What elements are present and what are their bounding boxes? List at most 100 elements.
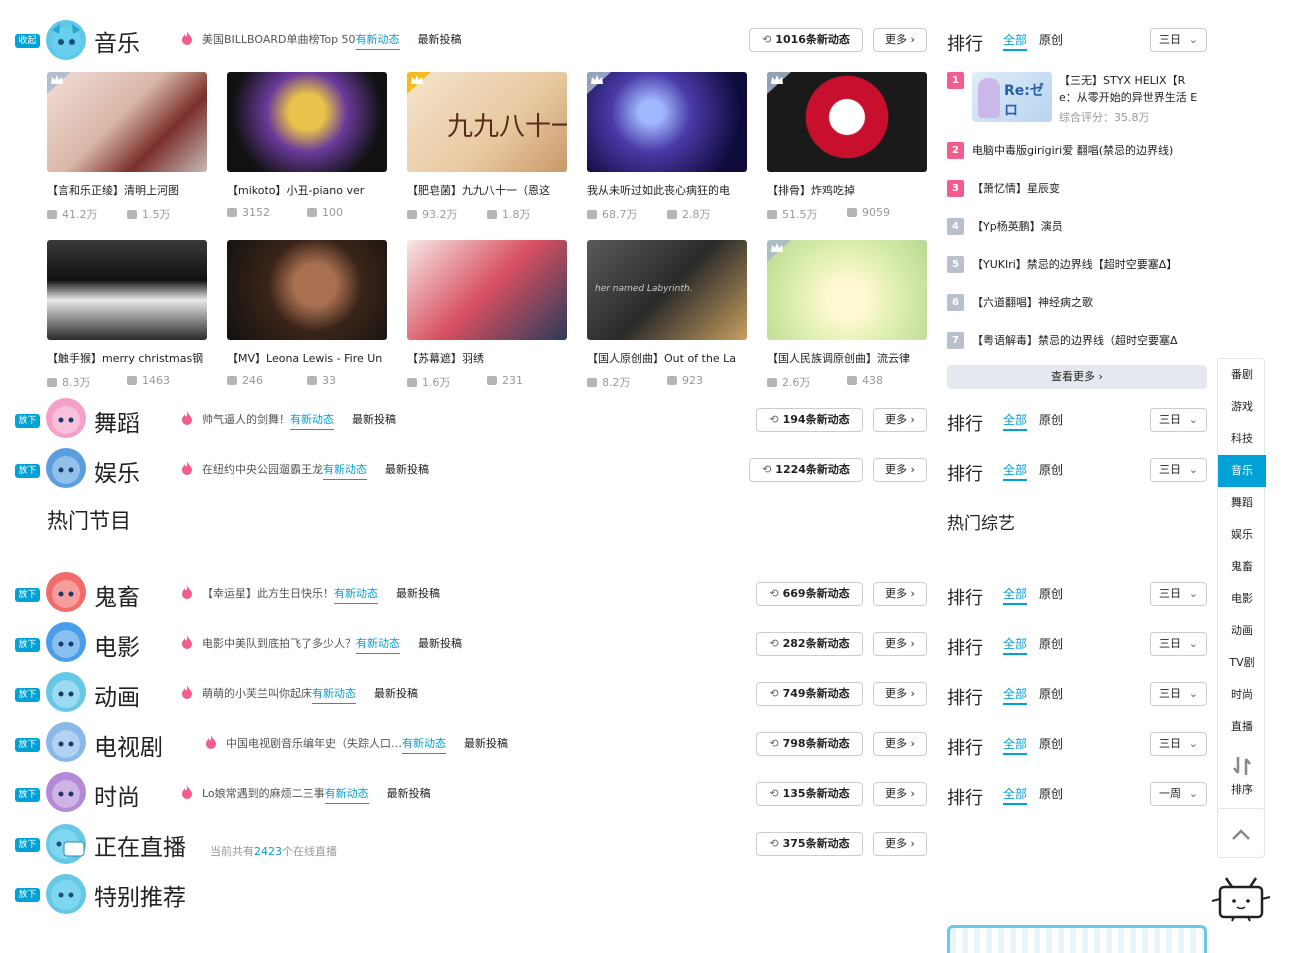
special-collapse-toggle[interactable]: 放下 [15,888,40,902]
dynamic-button[interactable]: ⟲ 282条新动态 [756,632,863,656]
video-title[interactable]: 【言和乐正绫】清明上河图 [47,182,207,198]
sidenav-item[interactable]: 科技 [1218,423,1266,455]
more-button[interactable]: 更多 › [873,682,927,706]
live-collapse-toggle[interactable]: 放下 [15,838,40,852]
dynamic-button[interactable]: ⟲ 669条新动态 [756,582,863,606]
sidenav-item[interactable]: 游戏 [1218,391,1266,423]
latest-tab[interactable]: 最新投稿 [374,687,418,700]
expand-toggle[interactable]: 放下 [15,688,40,702]
video-thumbnail[interactable] [767,240,927,340]
section-title[interactable]: 娱乐 [94,454,140,488]
video-title[interactable]: 我从未听过如此丧心病狂的电 [587,182,747,198]
live-dynamic-button[interactable]: ⟲ 375条新动态 [756,832,863,856]
dynamic-button[interactable]: ⟲ 1224条新动态 [749,458,863,482]
video-title[interactable]: 【国人民族调原创曲】流云律 [767,350,927,366]
video-thumbnail[interactable] [407,240,567,340]
rank-tab-all[interactable]: 全部 [1003,735,1028,755]
news-text[interactable]: 萌萌的小芙兰叫你起床 [202,687,312,700]
video-thumbnail[interactable] [227,72,387,172]
rank-period-select[interactable]: 三日 ⌄ [1150,732,1207,756]
video-title[interactable]: 【国人原创曲】Out of the La [587,350,747,366]
section-title[interactable]: 鬼畜 [94,578,140,612]
video-card[interactable]: 我从未听过如此丧心病狂的电 68.7万 2.8万 [587,72,747,222]
promo-banner[interactable] [947,925,1207,953]
video-card[interactable]: 【MV】Leona Lewis - Fire Un 246 33 [227,240,387,390]
rank-1-title-line2[interactable]: e：从零开始的异世界生活 E [1059,89,1197,105]
rank-item-5[interactable]: 5 【YUKIri】禁忌的边界线【超时空要塞Δ】 [947,256,1207,278]
rank-item-2[interactable]: 2 电脑中毒版girigiri爱 翻唱(禁忌的边界线) [947,142,1207,164]
section-title[interactable]: 电影 [94,628,140,662]
music-news[interactable]: 美国BILLBOARD单曲榜Top 50有新动态 最新投稿 [181,31,462,51]
rank-title[interactable]: 【Yp杨英鹏】演员 [972,218,1063,234]
video-thumbnail[interactable] [227,240,387,340]
rank-period-select[interactable]: 三日 ⌄ [1150,458,1207,482]
sidenav-item[interactable]: 音乐 [1218,455,1266,487]
more-button[interactable]: 更多 › [873,782,927,806]
section-news[interactable]: 电影中美队到底拍飞了多少人？有新动态 最新投稿 [181,635,462,655]
video-title[interactable]: 【MV】Leona Lewis - Fire Un [227,350,387,366]
section-title[interactable]: 电视剧 [94,728,163,762]
more-button[interactable]: 更多 › [873,582,927,606]
rank-tab-all[interactable]: 全部 [1003,411,1028,431]
latest-tab[interactable]: 最新投稿 [352,413,396,426]
section-title[interactable]: 舞蹈 [94,404,140,438]
more-button[interactable]: 更多 › [873,732,927,756]
news-text[interactable]: 帅气逼人的剑舞！ [202,413,290,426]
video-title[interactable]: 【排骨】炸鸡吃掉 [767,182,927,198]
sidenav-item[interactable]: TV剧 [1218,647,1266,679]
latest-tab[interactable]: 最新投稿 [387,787,431,800]
expand-toggle[interactable]: 放下 [15,414,40,428]
video-card[interactable]: 【言和乐正绫】清明上河图 41.2万 1.5万 [47,72,207,222]
rank-period-select[interactable]: 三日 ⌄ [1150,682,1207,706]
rank-title[interactable]: 【粤语解毒】禁忌的边界线（超时空要塞Δ [972,332,1178,348]
news-highlight[interactable]: 有新动态 [290,413,334,430]
rank-period-select[interactable]: 三日 ⌄ [1150,408,1207,432]
news-highlight[interactable]: 有新动态 [356,637,400,654]
rank-tab-original[interactable]: 原创 [1039,411,1063,428]
music-rank-tab-all[interactable]: 全部 [1003,31,1028,51]
music-rank-period-select[interactable]: 三日 ⌄ [1150,28,1207,52]
rank-tab-original[interactable]: 原创 [1039,585,1063,602]
sidenav-item[interactable]: 动画 [1218,615,1266,647]
section-title[interactable]: 动画 [94,678,140,712]
rank-tab-all[interactable]: 全部 [1003,461,1028,481]
news-text[interactable]: 【幸运星】此方生日快乐！ [202,587,334,600]
dynamic-button[interactable]: ⟲ 798条新动态 [756,732,863,756]
rank-tab-original[interactable]: 原创 [1039,685,1063,702]
latest-tab[interactable]: 最新投稿 [385,463,429,476]
collapse-toggle[interactable]: 收起 [15,34,40,48]
music-dynamic-button[interactable]: ⟲ 1016条新动态 [749,28,863,52]
rank-tab-original[interactable]: 原创 [1039,735,1063,752]
rank-tab-all[interactable]: 全部 [1003,585,1028,605]
dynamic-button[interactable]: ⟲ 749条新动态 [756,682,863,706]
news-highlight[interactable]: 有新动态 [324,787,369,804]
dynamic-button[interactable]: ⟲ 194条新动态 [756,408,863,432]
sidenav-item[interactable]: 娱乐 [1218,519,1266,551]
expand-toggle[interactable]: 放下 [15,788,40,802]
video-card[interactable]: her named Labyrinth. 【国人原创曲】Out of the La… [587,240,747,390]
video-card[interactable]: KFC 【排骨】炸鸡吃掉 51.5万 9059 [767,72,927,222]
more-button[interactable]: 更多 › [873,632,927,656]
video-card[interactable]: 【触手猴】merry christmas钢 8.3万 1463 [47,240,207,390]
section-title-music[interactable]: 音乐 [94,24,140,58]
expand-toggle[interactable]: 放下 [15,638,40,652]
rank-title[interactable]: 【萧忆情】星辰变 [972,180,1060,196]
news-highlight[interactable]: 有新动态 [334,587,378,604]
rank-period-select[interactable]: 三日 ⌄ [1150,632,1207,656]
video-thumbnail[interactable] [47,72,207,172]
sidenav-item[interactable]: 鬼畜 [1218,551,1266,583]
rank-period-select[interactable]: 一周 ⌄ [1150,782,1207,806]
video-title[interactable]: 【触手猴】merry christmas钢 [47,350,207,366]
music-news-text[interactable]: 美国BILLBOARD单曲榜Top 50 [202,33,356,46]
rank-item-6[interactable]: 6 【六道翻唱】神经病之歌 [947,294,1207,316]
latest-tab[interactable]: 最新投稿 [418,637,462,650]
video-title[interactable]: 【mikoto】小丑-piano ver [227,182,387,198]
section-news[interactable]: 中国电视剧音乐编年史（失踪人口…有新动态 最新投稿 [205,735,508,755]
back-to-top-button[interactable] [1217,808,1265,858]
tv-mascot-icon[interactable] [1210,875,1272,923]
more-button[interactable]: 更多 › [873,408,927,432]
rank-tab-all[interactable]: 全部 [1003,785,1028,805]
rank-tab-original[interactable]: 原创 [1039,785,1063,802]
live-more-button[interactable]: 更多 › [873,832,927,856]
sidenav-item[interactable]: 舞蹈 [1218,487,1266,519]
